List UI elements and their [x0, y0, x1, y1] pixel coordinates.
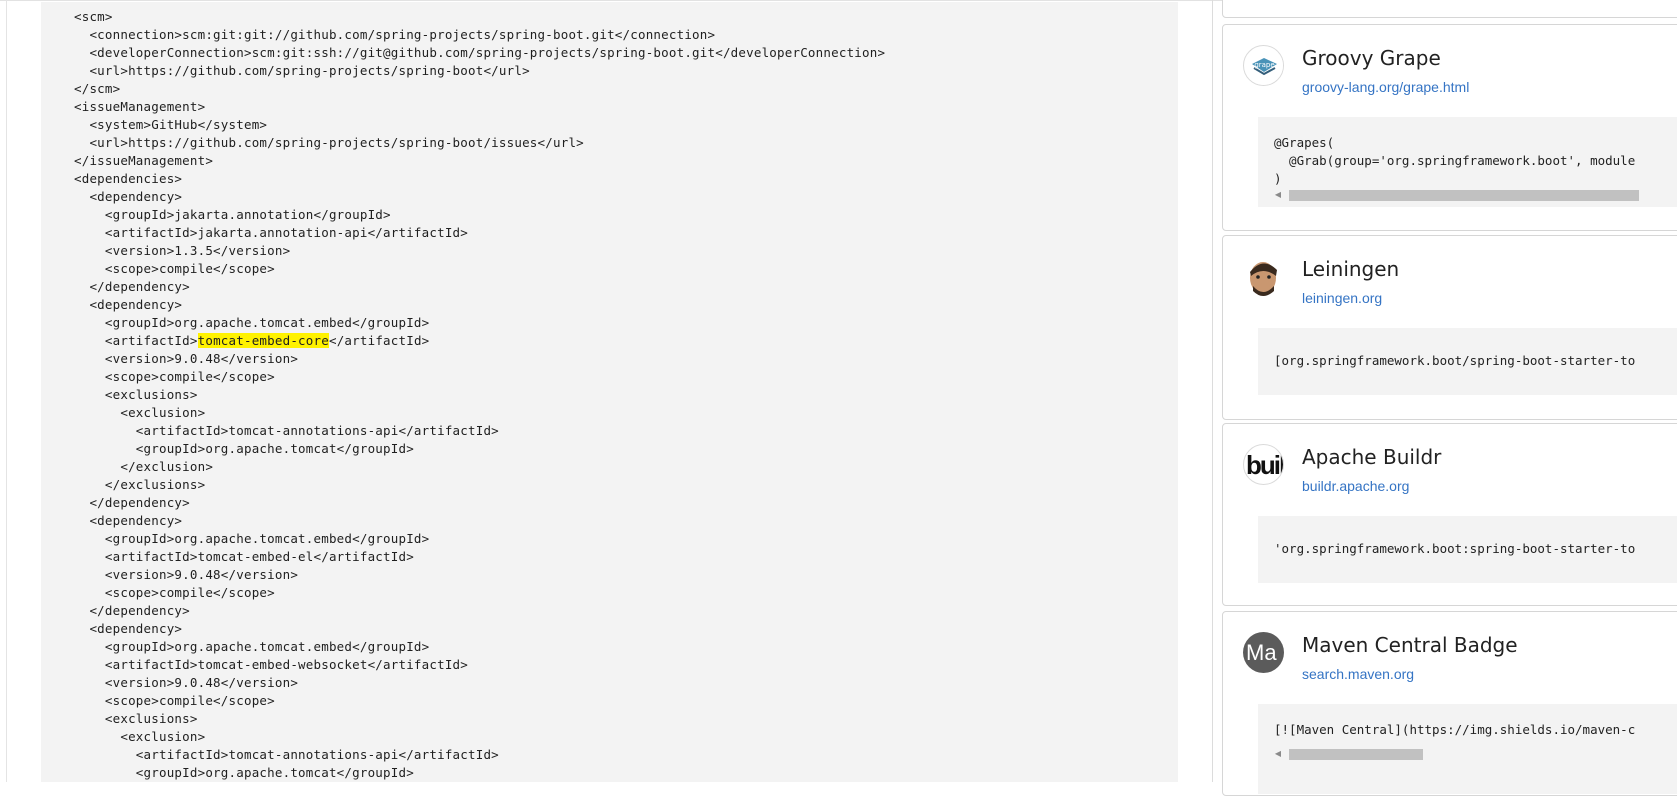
snippet-line: 'org.springframework.boot:spring-boot-st… — [1274, 541, 1636, 556]
left-gutter-rule — [6, 0, 7, 782]
pom-code-line: <dependency> — [74, 621, 183, 636]
pom-code-line: <exclusion> — [74, 729, 206, 744]
scroll-left-arrow-icon[interactable]: ◀ — [1273, 190, 1283, 200]
maven-central-avatar-text: Ma — [1246, 640, 1277, 665]
previous-card-bottom — [1222, 0, 1677, 18]
buildr-logo-text: buil — [1246, 450, 1284, 480]
pom-code-line: <scm> — [74, 9, 113, 24]
pom-code-line: <groupId>org.apache.tomcat</groupId> — [74, 441, 414, 456]
pom-code-line: <artifactId>tomcat-embed-websocket</arti… — [74, 657, 469, 672]
pom-code-line: </issueManagement> — [74, 153, 214, 168]
horizontal-scrollbar[interactable]: ◀ — [1273, 188, 1677, 202]
card-title: Leiningen — [1302, 257, 1400, 281]
groovy-grape-logo-icon: grape — [1243, 45, 1284, 86]
pom-code-line: <scope>compile</scope> — [74, 369, 275, 384]
card-link[interactable]: groovy-lang.org/grape.html — [1302, 79, 1469, 95]
card-title: Apache Buildr — [1302, 445, 1442, 469]
pom-code-text: </artifactId> — [328, 333, 430, 348]
scrollbar-thumb[interactable] — [1289, 190, 1639, 201]
card-link[interactable]: buildr.apache.org — [1302, 478, 1409, 494]
pom-code-line: <version>9.0.48</version> — [74, 567, 299, 582]
pom-code-line: <dependency> — [74, 189, 183, 204]
pom-code-line: <artifactId>tomcat-annotations-api</arti… — [74, 423, 499, 438]
pom-code-line: <exclusions> — [74, 387, 198, 402]
pom-code-line: <groupId>jakarta.annotation</groupId> — [74, 207, 391, 222]
card-groovy-grape: grape Groovy Grape groovy-lang.org/grape… — [1222, 24, 1677, 231]
horizontal-scrollbar[interactable]: ◀ — [1273, 747, 1677, 761]
scroll-left-arrow-icon[interactable]: ◀ — [1273, 749, 1283, 759]
column-divider — [1212, 0, 1213, 782]
pom-xml-code-block: <scm> <connection>scm:git:git://github.c… — [41, 2, 1178, 782]
pom-code-line: <connection>scm:git:git://github.com/spr… — [74, 27, 716, 42]
card-link[interactable]: leiningen.org — [1302, 290, 1382, 306]
pom-code-line: <developerConnection>scm:git:ssh://git@g… — [74, 45, 886, 60]
card-maven-central-badge: Ma Maven Central Badge search.maven.org … — [1222, 611, 1677, 796]
pom-code-line: <dependency> — [74, 297, 183, 312]
leiningen-avatar-icon — [1243, 256, 1284, 297]
pom-code-line: <issueManagement> — [74, 99, 206, 114]
pom-code-line: <groupId>org.apache.tomcat.embed</groupI… — [74, 531, 430, 546]
pom-code-line: <artifactId>tomcat-embed-core</artifactI… — [74, 332, 429, 350]
buildr-logo-icon: buil — [1243, 444, 1284, 485]
pom-code-line: <version>9.0.48</version> — [74, 351, 299, 366]
pom-code-line: <system>GitHub</system> — [74, 117, 268, 132]
pom-code-line: <url>https://github.com/spring-projects/… — [74, 135, 584, 150]
code-snippet[interactable]: 'org.springframework.boot:spring-boot-st… — [1258, 516, 1677, 583]
pom-code-line: </scm> — [74, 81, 121, 96]
code-snippet[interactable]: @Grapes( @Grab(group='org.springframewor… — [1258, 117, 1677, 207]
code-snippet[interactable]: [![Maven Central](https://img.shields.io… — [1258, 704, 1677, 794]
pom-code-line: <groupId>org.apache.tomcat.embed</groupI… — [74, 639, 430, 654]
pom-code-line: <exclusions> — [74, 711, 198, 726]
pom-code-line: <artifactId>tomcat-annotations-api</arti… — [74, 747, 499, 762]
pom-code-line: </exclusion> — [74, 459, 214, 474]
pom-code-line: </dependency> — [74, 495, 190, 510]
pom-code-line: <scope>compile</scope> — [74, 261, 275, 276]
pom-code-line: <exclusion> — [74, 405, 206, 420]
snippet-line: @Grab(group='org.springframework.boot', … — [1274, 153, 1636, 168]
svg-text:grape: grape — [1254, 61, 1274, 69]
pom-code-text: <artifactId> — [74, 333, 198, 348]
pom-code-line: <artifactId>jakarta.annotation-api</arti… — [74, 225, 469, 240]
card-title: Groovy Grape — [1302, 46, 1441, 70]
card-link[interactable]: search.maven.org — [1302, 666, 1414, 682]
card-title: Maven Central Badge — [1302, 633, 1518, 657]
snippet-line: [![Maven Central](https://img.shields.io… — [1274, 722, 1636, 737]
maven-central-avatar-icon: Ma — [1243, 632, 1284, 673]
pom-code-line: <scope>compile</scope> — [74, 585, 275, 600]
pom-code-line: <version>1.3.5</version> — [74, 243, 291, 258]
pom-code-line: <url>https://github.com/spring-projects/… — [74, 63, 530, 78]
pom-code-line: <dependencies> — [74, 171, 183, 186]
pom-code-line: <artifactId>tomcat-embed-el</artifactId> — [74, 549, 414, 564]
snippet-line: @Grapes( — [1274, 135, 1335, 150]
card-apache-buildr: buil Apache Buildr buildr.apache.org 'or… — [1222, 423, 1677, 606]
pom-code-line: <version>9.0.48</version> — [74, 675, 299, 690]
card-leiningen: Leiningen leiningen.org [org.springframe… — [1222, 235, 1677, 420]
pom-code-line: <groupId>org.apache.tomcat.embed</groupI… — [74, 315, 430, 330]
pom-code-line: <groupId>org.apache.tomcat</groupId> — [74, 765, 414, 780]
snippet-line: [org.springframework.boot/spring-boot-st… — [1274, 353, 1636, 368]
pom-code-line: </dependency> — [74, 603, 190, 618]
scrollbar-thumb[interactable] — [1289, 749, 1423, 760]
pom-code-line: </dependency> — [74, 279, 190, 294]
pom-code-line: <scope>compile</scope> — [74, 693, 275, 708]
search-highlight: tomcat-embed-core — [197, 333, 329, 348]
snippet-line: ) — [1274, 171, 1282, 186]
pom-code-line: <dependency> — [74, 513, 183, 528]
code-snippet[interactable]: [org.springframework.boot/spring-boot-st… — [1258, 328, 1677, 395]
pom-code-line: </exclusions> — [74, 477, 206, 492]
